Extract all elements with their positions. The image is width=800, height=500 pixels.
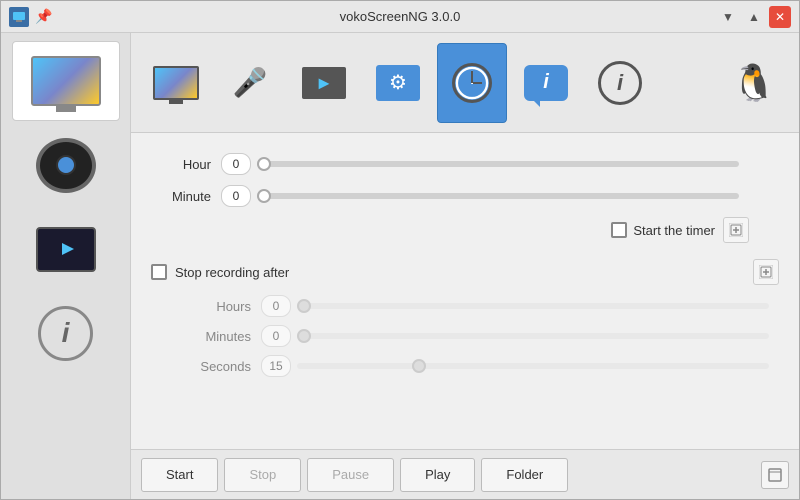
start-timer-label[interactable]: Start the timer bbox=[611, 222, 715, 238]
toolbar-chat-button[interactable]: i bbox=[511, 43, 581, 123]
toolbar-video-button[interactable] bbox=[289, 43, 359, 123]
main-content: i 🎤 bbox=[1, 33, 799, 499]
stop-recording-info-btn[interactable] bbox=[753, 259, 779, 285]
toolbar-penguin-icon-box: 🐧 bbox=[729, 58, 779, 108]
toolbar-video-icon bbox=[302, 67, 346, 99]
pause-button[interactable]: Pause bbox=[307, 458, 394, 492]
sidebar-item-info[interactable]: i bbox=[12, 293, 120, 373]
play-button[interactable]: Play bbox=[400, 458, 475, 492]
toolbar-screen-icon-box bbox=[151, 58, 201, 108]
toolbar-chat-icon-box: i bbox=[521, 58, 571, 108]
stop-recording-section: Stop recording after bbox=[151, 259, 779, 377]
toolbar-chat-icon: i bbox=[524, 65, 568, 101]
stop-minutes-value: 0 bbox=[261, 325, 291, 347]
stop-minutes-label: Minutes bbox=[181, 329, 251, 344]
minute-slider-row: Minute 0 bbox=[151, 185, 779, 207]
hour-label: Hour bbox=[151, 157, 211, 172]
stop-minutes-slider[interactable] bbox=[297, 333, 769, 339]
toolbar-screen-button[interactable] bbox=[141, 43, 211, 123]
start-timer-text: Start the timer bbox=[633, 223, 715, 238]
toolbar-mic-icon: 🎤 bbox=[233, 66, 268, 99]
toolbar-info-icon-box: i bbox=[595, 58, 645, 108]
stop-sliders: Hours 0 Minutes 0 bbox=[181, 295, 779, 377]
minute-slider[interactable] bbox=[257, 193, 739, 199]
right-panel: 🎤 ⚙ bbox=[131, 33, 799, 499]
titlebar: 📌 vokoScreenNG 3.0.0 ▼ ▲ ✕ bbox=[1, 1, 799, 33]
maximize-button[interactable]: ▲ bbox=[743, 6, 765, 28]
minute-value: 0 bbox=[221, 185, 251, 207]
toolbar-settings-icon: ⚙ bbox=[376, 65, 420, 101]
stop-recording-label[interactable]: Stop recording after bbox=[151, 264, 289, 280]
toolbar-clock-icon bbox=[452, 63, 492, 103]
sidebar: i bbox=[1, 33, 131, 499]
toolbar-info-button[interactable]: i bbox=[585, 43, 655, 123]
stop-hours-label: Hours bbox=[181, 299, 251, 314]
toolbar-info-icon: i bbox=[598, 61, 642, 105]
stop-hours-row: Hours 0 bbox=[181, 295, 779, 317]
bottom-expand-btn[interactable] bbox=[761, 461, 789, 489]
titlebar-controls: ▼ ▲ ✕ bbox=[717, 6, 791, 28]
screen-icon bbox=[31, 56, 101, 106]
toolbar-timer-icon-box bbox=[447, 58, 497, 108]
toolbar-timer-button[interactable] bbox=[437, 43, 507, 123]
toolbar-penguin-button[interactable]: 🐧 bbox=[719, 43, 789, 123]
toolbar-penguin-icon: 🐧 bbox=[732, 62, 777, 104]
webcam-icon bbox=[36, 138, 96, 193]
bottom-toolbar: Start Stop Pause Play Folder bbox=[131, 449, 799, 499]
folder-button[interactable]: Folder bbox=[481, 458, 568, 492]
info-circle-icon: i bbox=[38, 306, 93, 361]
toolbar-audio-button[interactable]: 🎤 bbox=[215, 43, 285, 123]
stop-seconds-label: Seconds bbox=[181, 359, 251, 374]
pin-icon[interactable]: 📌 bbox=[35, 8, 52, 25]
webcam-lens-icon bbox=[56, 155, 76, 175]
window-title: vokoScreenNG 3.0.0 bbox=[340, 9, 461, 24]
start-timer-info-btn[interactable] bbox=[723, 217, 749, 243]
stop-seconds-row: Seconds 15 bbox=[181, 355, 779, 377]
stop-hours-slider[interactable] bbox=[297, 303, 769, 309]
hour-value: 0 bbox=[221, 153, 251, 175]
stop-seconds-value: 15 bbox=[261, 355, 291, 377]
toolbar-settings-button[interactable]: ⚙ bbox=[363, 43, 433, 123]
chat-i-label: i bbox=[543, 71, 549, 94]
minute-label: Minute bbox=[151, 189, 211, 204]
start-timer-checkbox[interactable] bbox=[611, 222, 627, 238]
toolbar-screen-icon bbox=[153, 66, 199, 100]
stop-hours-value: 0 bbox=[261, 295, 291, 317]
toolbar-settings-icon-box: ⚙ bbox=[373, 58, 423, 108]
stop-recording-text: Stop recording after bbox=[175, 265, 289, 280]
minimize-button[interactable]: ▼ bbox=[717, 6, 739, 28]
hour-slider-row: Hour 0 bbox=[151, 153, 779, 175]
stop-seconds-slider[interactable] bbox=[297, 363, 769, 369]
timer-section: Hour 0 Minute 0 bbox=[151, 153, 779, 377]
sidebar-item-webcam[interactable] bbox=[12, 125, 120, 205]
close-button[interactable]: ✕ bbox=[769, 6, 791, 28]
toolbar-video-icon-box bbox=[299, 58, 349, 108]
stop-recording-checkbox[interactable] bbox=[151, 264, 167, 280]
titlebar-left: 📌 bbox=[9, 7, 52, 27]
sidebar-item-screen[interactable] bbox=[12, 41, 120, 121]
player-icon bbox=[36, 227, 96, 272]
start-timer-row: Start the timer bbox=[151, 217, 779, 243]
toolbar-audio-icon-box: 🎤 bbox=[225, 58, 275, 108]
stop-minutes-row: Minutes 0 bbox=[181, 325, 779, 347]
start-button[interactable]: Start bbox=[141, 458, 218, 492]
app-icon bbox=[9, 7, 29, 27]
stop-button[interactable]: Stop bbox=[224, 458, 301, 492]
content-area: Hour 0 Minute 0 bbox=[131, 133, 799, 449]
main-window: 📌 vokoScreenNG 3.0.0 ▼ ▲ ✕ bbox=[0, 0, 800, 500]
sidebar-item-player[interactable] bbox=[12, 209, 120, 289]
stop-header-row: Stop recording after bbox=[151, 259, 779, 285]
toolbar: 🎤 ⚙ bbox=[131, 33, 799, 133]
hour-slider[interactable] bbox=[257, 161, 739, 167]
